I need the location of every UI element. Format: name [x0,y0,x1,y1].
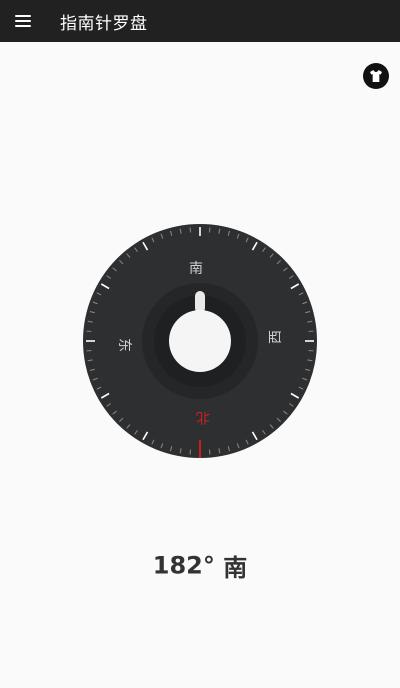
app-title: 指南针罗盘 [60,13,148,34]
direction-label-north: 北 [196,409,210,425]
menu-button[interactable] [0,0,46,42]
compass-knob[interactable] [169,310,231,372]
direction-label-south: 南 [189,261,203,277]
direction-label-west: 西 [268,330,284,344]
heading-readout: 182° 南 [0,548,400,583]
app-bar: 指南针罗盘 [0,0,400,42]
compass-pointer [195,291,205,313]
heading-direction: 南 [223,554,248,582]
tshirt-icon [370,70,382,82]
compass-dial: 南 北 东 西 [83,224,317,458]
skin-button[interactable] [363,63,389,89]
hamburger-menu-icon [15,15,31,27]
heading-degrees: 182° [152,551,215,580]
direction-label-east: 东 [116,338,132,352]
compass: 南 北 东 西 [83,224,317,458]
